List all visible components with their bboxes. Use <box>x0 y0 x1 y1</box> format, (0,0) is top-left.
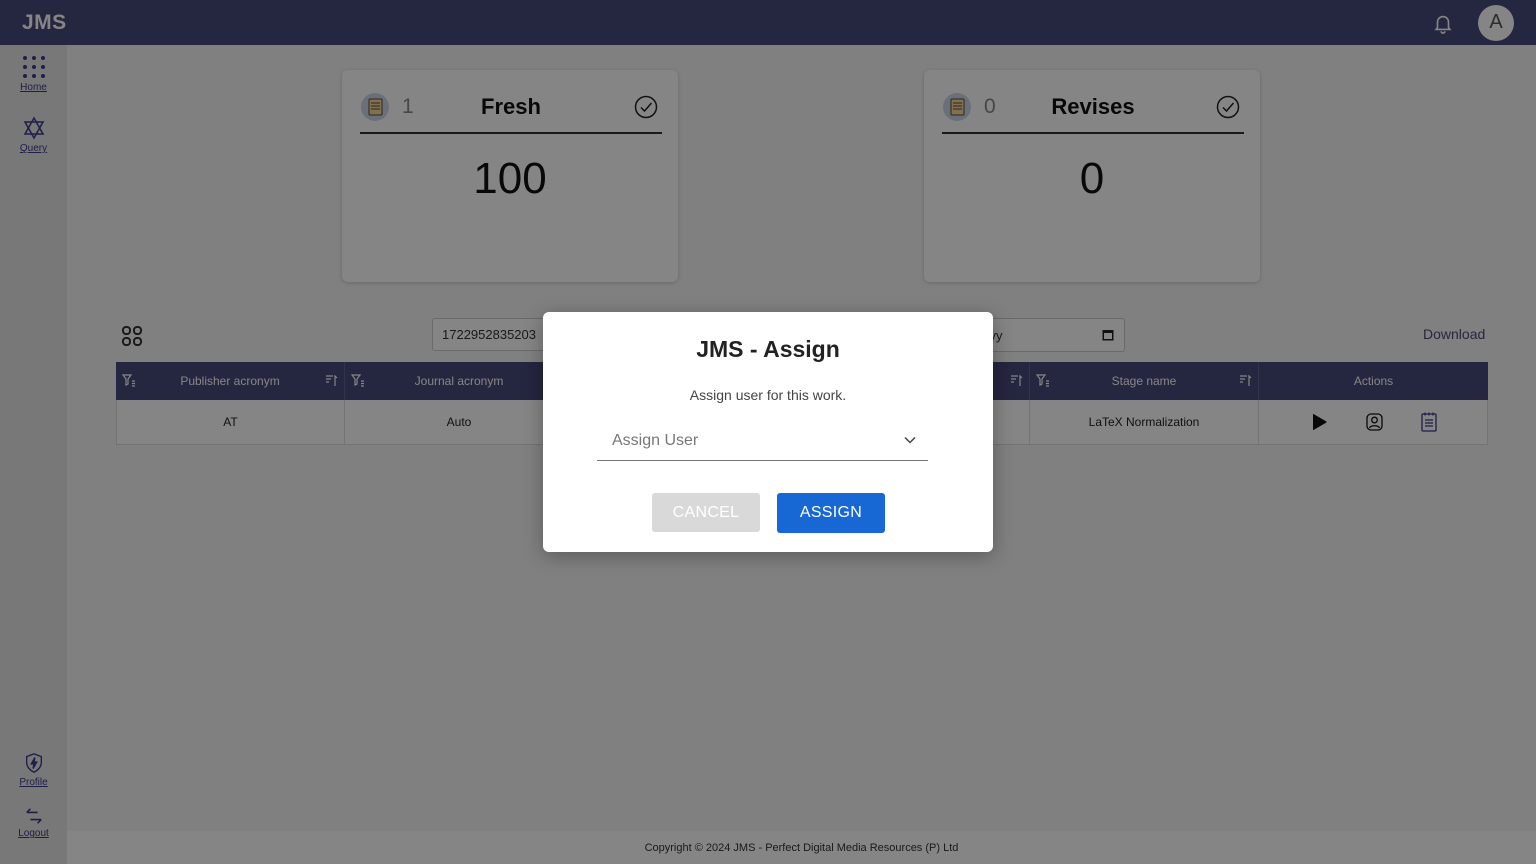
chevron-down-icon <box>904 436 916 444</box>
cancel-button[interactable]: CANCEL <box>652 493 760 532</box>
dialog-title: JMS - Assign <box>696 336 840 362</box>
dialog-message: Assign user for this work. <box>689 387 847 403</box>
assign-user-select[interactable]: Assign User <box>597 422 928 461</box>
assign-button[interactable]: ASSIGN <box>777 493 885 533</box>
assign-dialog: JMS - Assign Assign user for this work. … <box>543 312 993 552</box>
select-placeholder: Assign User <box>612 432 699 449</box>
